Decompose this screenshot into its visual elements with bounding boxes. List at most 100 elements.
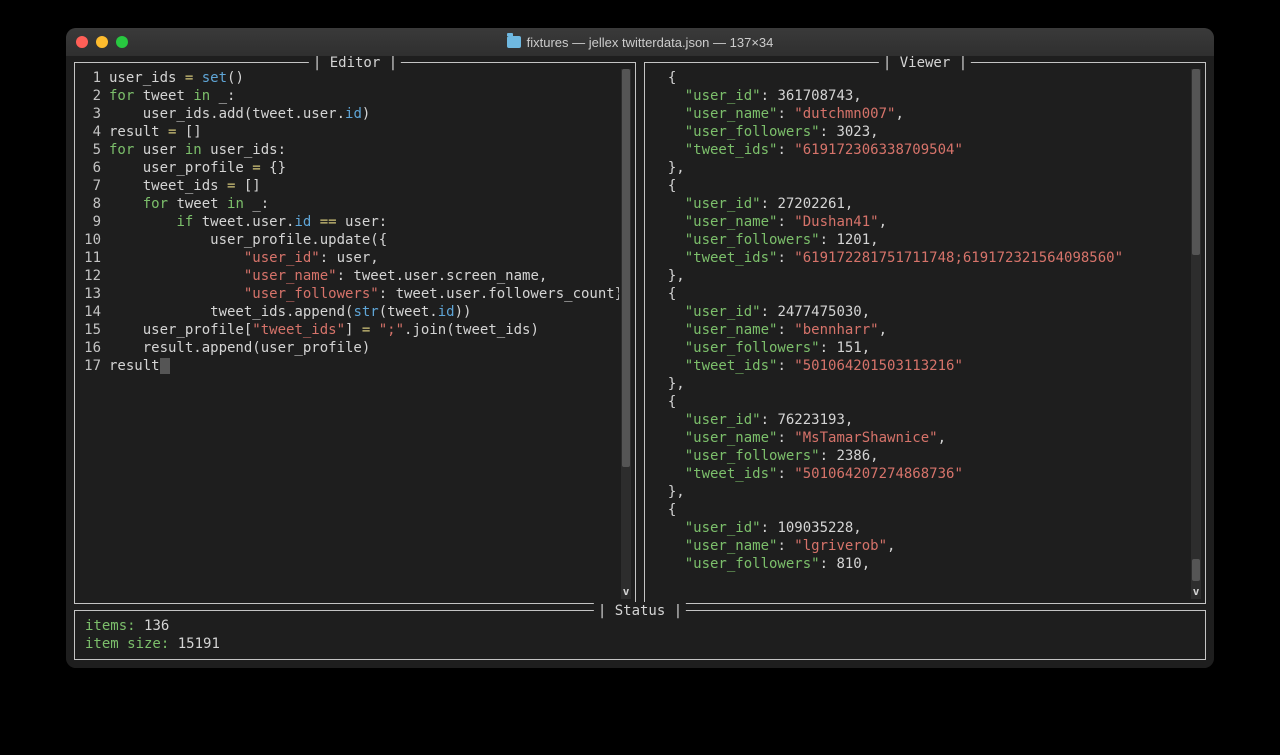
code-text[interactable]: "user_id": user, bbox=[109, 249, 619, 267]
titlebar: fixtures — jellex twitterdata.json — 137… bbox=[66, 28, 1214, 56]
viewer-line: "user_followers": 2386, bbox=[651, 447, 1189, 465]
line-number: 12 bbox=[81, 267, 109, 285]
viewer-line: }, bbox=[651, 267, 1189, 285]
viewer-line: }, bbox=[651, 375, 1189, 393]
code-line[interactable]: 2for tweet in _: bbox=[81, 87, 619, 105]
code-line[interactable]: 11 "user_id": user, bbox=[81, 249, 619, 267]
code-line[interactable]: 14 tweet_ids.append(str(tweet.id)) bbox=[81, 303, 619, 321]
viewer-line: "user_name": "dutchmn007", bbox=[651, 105, 1189, 123]
close-icon[interactable] bbox=[76, 36, 88, 48]
viewer-line: "tweet_ids": "619172281751711748;6191723… bbox=[651, 249, 1189, 267]
code-text[interactable]: tweet_ids = [] bbox=[109, 177, 619, 195]
viewer-pane[interactable]: Viewer { "user_id": 361708743, "user_nam… bbox=[644, 62, 1206, 604]
code-text[interactable]: result.append(user_profile) bbox=[109, 339, 619, 357]
code-line[interactable]: 1user_ids = set() bbox=[81, 69, 619, 87]
editor-pane[interactable]: Editor 1user_ids = set()2for tweet in _:… bbox=[74, 62, 636, 604]
code-text[interactable]: "user_followers": tweet.user.followers_c… bbox=[109, 285, 619, 303]
status-line-size: item size: 15191 bbox=[85, 635, 1195, 653]
code-text[interactable]: user_ids = set() bbox=[109, 69, 619, 87]
code-text[interactable]: result bbox=[109, 357, 619, 375]
viewer-line: "user_name": "Dushan41", bbox=[651, 213, 1189, 231]
scroll-down-icon[interactable]: v bbox=[1191, 587, 1201, 597]
viewer-line: }, bbox=[651, 159, 1189, 177]
viewer-scroll-thumb-bottom[interactable] bbox=[1192, 559, 1200, 581]
status-items-label: items: bbox=[85, 618, 136, 634]
viewer-line: "user_id": 76223193, bbox=[651, 411, 1189, 429]
window-title: fixtures — jellex twitterdata.json — 137… bbox=[76, 35, 1204, 50]
line-number: 2 bbox=[81, 87, 109, 105]
status-items-value: 136 bbox=[144, 618, 169, 634]
line-number: 16 bbox=[81, 339, 109, 357]
code-text[interactable]: if tweet.user.id == user: bbox=[109, 213, 619, 231]
line-number: 6 bbox=[81, 159, 109, 177]
code-line[interactable]: 8 for tweet in _: bbox=[81, 195, 619, 213]
code-line[interactable]: 10 user_profile.update({ bbox=[81, 231, 619, 249]
line-number: 9 bbox=[81, 213, 109, 231]
editor-code-area[interactable]: 1user_ids = set()2for tweet in _:3 user_… bbox=[81, 69, 619, 599]
minimize-icon[interactable] bbox=[96, 36, 108, 48]
editor-scroll-thumb[interactable] bbox=[622, 69, 630, 467]
status-pane: Status items: 136 item size: 15191 bbox=[74, 610, 1206, 660]
viewer-line: { bbox=[651, 393, 1189, 411]
code-line[interactable]: 15 user_profile["tweet_ids"] = ";".join(… bbox=[81, 321, 619, 339]
viewer-line: "tweet_ids": "619172306338709504" bbox=[651, 141, 1189, 159]
line-number: 17 bbox=[81, 357, 109, 375]
code-text[interactable]: user_profile["tweet_ids"] = ";".join(twe… bbox=[109, 321, 619, 339]
code-line[interactable]: 16 result.append(user_profile) bbox=[81, 339, 619, 357]
viewer-line: }, bbox=[651, 483, 1189, 501]
terminal-window: fixtures — jellex twitterdata.json — 137… bbox=[66, 28, 1214, 668]
line-number: 10 bbox=[81, 231, 109, 249]
viewer-line: "tweet_ids": "501064201503113216" bbox=[651, 357, 1189, 375]
line-number: 7 bbox=[81, 177, 109, 195]
code-line[interactable]: 3 user_ids.add(tweet.user.id) bbox=[81, 105, 619, 123]
viewer-line: "user_id": 27202261, bbox=[651, 195, 1189, 213]
code-line[interactable]: 6 user_profile = {} bbox=[81, 159, 619, 177]
viewer-line: "user_followers": 151, bbox=[651, 339, 1189, 357]
status-size-value: 15191 bbox=[178, 636, 220, 652]
viewer-line: "user_name": "lgriverob", bbox=[651, 537, 1189, 555]
line-number: 8 bbox=[81, 195, 109, 213]
code-line[interactable]: 5for user in user_ids: bbox=[81, 141, 619, 159]
line-number: 5 bbox=[81, 141, 109, 159]
code-text[interactable]: user_ids.add(tweet.user.id) bbox=[109, 105, 619, 123]
code-line[interactable]: 4result = [] bbox=[81, 123, 619, 141]
status-pane-title: Status bbox=[594, 602, 686, 620]
viewer-scrollbar[interactable]: ʌ v bbox=[1191, 69, 1201, 599]
code-line[interactable]: 17result bbox=[81, 357, 619, 375]
viewer-line: { bbox=[651, 177, 1189, 195]
code-text[interactable]: result = [] bbox=[109, 123, 619, 141]
terminal-body: Editor 1user_ids = set()2for tweet in _:… bbox=[66, 56, 1214, 668]
code-text[interactable]: for user in user_ids: bbox=[109, 141, 619, 159]
line-number: 11 bbox=[81, 249, 109, 267]
panes-row: Editor 1user_ids = set()2for tweet in _:… bbox=[74, 62, 1206, 604]
viewer-line: "user_id": 361708743, bbox=[651, 87, 1189, 105]
code-text[interactable]: for tweet in _: bbox=[109, 195, 619, 213]
window-title-text: fixtures — jellex twitterdata.json — 137… bbox=[527, 35, 774, 50]
code-line[interactable]: 13 "user_followers": tweet.user.follower… bbox=[81, 285, 619, 303]
code-text[interactable]: user_profile = {} bbox=[109, 159, 619, 177]
viewer-line: "user_id": 109035228, bbox=[651, 519, 1189, 537]
traffic-lights bbox=[76, 36, 128, 48]
code-line[interactable]: 7 tweet_ids = [] bbox=[81, 177, 619, 195]
viewer-line: "user_followers": 3023, bbox=[651, 123, 1189, 141]
viewer-content[interactable]: { "user_id": 361708743, "user_name": "du… bbox=[645, 63, 1205, 603]
viewer-scroll-thumb[interactable] bbox=[1192, 69, 1200, 255]
line-number: 4 bbox=[81, 123, 109, 141]
code-line[interactable]: 12 "user_name": tweet.user.screen_name, bbox=[81, 267, 619, 285]
code-text[interactable]: user_profile.update({ bbox=[109, 231, 619, 249]
zoom-icon[interactable] bbox=[116, 36, 128, 48]
folder-icon bbox=[507, 36, 521, 48]
viewer-json-area[interactable]: { "user_id": 361708743, "user_name": "du… bbox=[651, 69, 1189, 599]
code-text[interactable]: tweet_ids.append(str(tweet.id)) bbox=[109, 303, 619, 321]
viewer-line: "user_name": "bennharr", bbox=[651, 321, 1189, 339]
editor-scrollbar[interactable]: ʌ v bbox=[621, 69, 631, 599]
code-text[interactable]: "user_name": tweet.user.screen_name, bbox=[109, 267, 619, 285]
viewer-line: "user_followers": 810, bbox=[651, 555, 1189, 573]
code-line[interactable]: 9 if tweet.user.id == user: bbox=[81, 213, 619, 231]
line-number: 3 bbox=[81, 105, 109, 123]
viewer-line: "user_id": 2477475030, bbox=[651, 303, 1189, 321]
scroll-down-icon[interactable]: v bbox=[621, 587, 631, 597]
code-text[interactable]: for tweet in _: bbox=[109, 87, 619, 105]
viewer-line: "user_name": "MsTamarShawnice", bbox=[651, 429, 1189, 447]
editor-content[interactable]: 1user_ids = set()2for tweet in _:3 user_… bbox=[75, 63, 635, 603]
